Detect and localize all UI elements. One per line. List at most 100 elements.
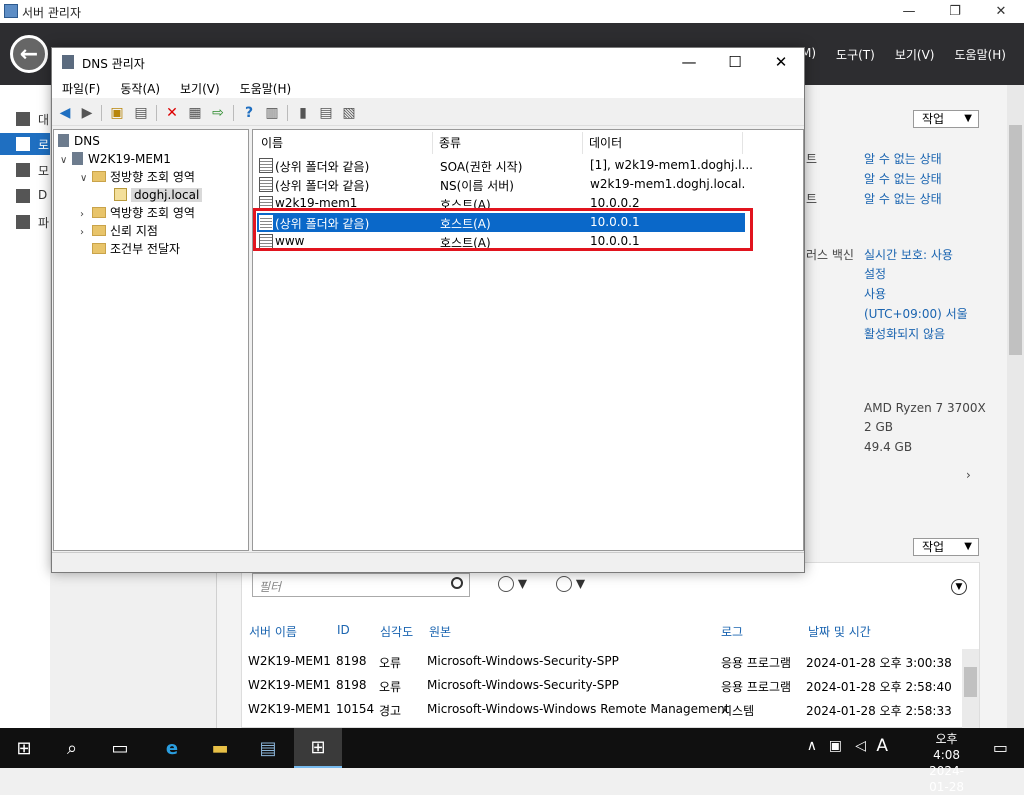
notifications-icon[interactable]: ▭ (993, 738, 1008, 757)
record-icon (259, 177, 273, 192)
start-button[interactable]: ⊞ (0, 728, 48, 768)
task-view-icon[interactable]: ▭ (96, 728, 144, 768)
col-server-name[interactable]: 서버 이름 (249, 623, 297, 640)
export-list-icon[interactable]: ⇨ (209, 104, 227, 122)
dns-tree-pane: DNS ∨ W2K19-MEM1 ∨ 정방향 조회 영역 doghj.local ›… (53, 129, 249, 551)
dashboard-icon (16, 112, 30, 126)
taskbar: ⊞ ⌕ ▭ e ▬ ▤ ⊞ ∧ ▣ ◁ A 오후 4:08 2024-01-28… (0, 728, 1024, 794)
menu-file[interactable]: 파일(F) (52, 76, 110, 98)
dns-manager-taskbar-icon[interactable]: ⊞ (294, 728, 342, 768)
server-manager-menubar: (M) 도구(T) 보기(V) 도움말(H) (796, 46, 1006, 63)
nav-item-dns[interactable]: D (0, 185, 50, 207)
tree-node-zone[interactable]: doghj.local (114, 186, 203, 204)
menu-action[interactable]: 동작(A) (110, 76, 170, 98)
col-log[interactable]: 로그 (721, 623, 743, 640)
tree-node-server[interactable]: ∨ W2K19-MEM1 (60, 150, 171, 168)
ime-indicator[interactable]: A (876, 736, 888, 756)
server-manager-taskbar-icon[interactable]: ▤ (244, 728, 292, 768)
network-icon[interactable]: ▣ (829, 738, 842, 754)
tree-node-trust-points[interactable]: › 신뢰 지점 (80, 222, 158, 240)
nav-item-dashboard[interactable]: 대 (0, 108, 50, 130)
file-services-icon (16, 215, 30, 229)
col-date-time[interactable]: 날짜 및 시간 (808, 623, 871, 640)
property-value-link[interactable]: 알 수 없는 상태 (864, 150, 942, 167)
record-row[interactable]: (상위 폴더와 같음) SOA(권한 시작) [1], w2k19-mem1.d… (257, 156, 753, 175)
menu-help[interactable]: 도움말(H) (230, 76, 302, 98)
event-row[interactable]: W2K19-MEM1 8198 오류 Microsoft-Windows-Sec… (242, 650, 962, 674)
scrollbar-thumb[interactable] (1009, 125, 1022, 355)
properties-icon[interactable]: ▦ (186, 104, 204, 122)
property-value-link[interactable]: 알 수 없는 상태 (864, 190, 942, 207)
property-value-link[interactable]: 설정 (864, 265, 886, 282)
filter-options-dropdown[interactable]: ▼ (498, 576, 538, 594)
timezone-link[interactable]: (UTC+09:00) 서울 (864, 305, 968, 322)
property-label: 트 (806, 192, 818, 206)
processor-value: AMD Ryzen 7 3700X (864, 401, 986, 415)
dns-close-button[interactable]: ✕ (758, 48, 804, 76)
tree-node-conditional-forwarders[interactable]: 조건부 전달자 (92, 240, 180, 258)
tree-node-reverse-zones[interactable]: › 역방향 조회 영역 (80, 204, 195, 222)
save-query-dropdown[interactable]: ▼ (556, 576, 596, 594)
file-explorer-icon[interactable]: ▬ (196, 728, 244, 768)
back-arrow-icon[interactable]: ← (10, 35, 48, 73)
chevron-down-icon[interactable]: ∨ (60, 152, 72, 170)
search-icon[interactable]: ⌕ (48, 728, 96, 768)
menu-help[interactable]: 도움말(H) (954, 46, 1006, 63)
internet-explorer-icon[interactable]: e (148, 728, 196, 768)
events-scrollbar[interactable] (962, 649, 979, 729)
col-severity[interactable]: 심각도 (380, 623, 413, 640)
main-scrollbar[interactable] (1007, 85, 1024, 728)
event-row[interactable]: W2K19-MEM1 10154 경고 Microsoft-Windows-Wi… (242, 698, 962, 722)
back-icon[interactable]: ◀ (56, 104, 74, 122)
menu-view[interactable]: 보기(V) (895, 46, 935, 63)
folder-icon (92, 243, 106, 254)
restore-button[interactable]: ❐ (932, 0, 978, 23)
expand-icon[interactable]: ▼ (951, 579, 967, 595)
scroll-right-icon[interactable]: › (966, 468, 971, 482)
tree-node-dns[interactable]: DNS (58, 132, 100, 150)
volume-muted-icon[interactable]: ◁ (855, 738, 866, 754)
show-action-pane-icon[interactable]: ▥ (263, 104, 281, 122)
chevron-down-icon[interactable]: ∨ (80, 170, 92, 188)
close-button[interactable]: ✕ (978, 0, 1024, 23)
property-value-link[interactable]: 알 수 없는 상태 (864, 170, 942, 187)
antivirus-link[interactable]: 실시간 보호: 사용 (864, 246, 953, 263)
forward-icon[interactable]: ▶ (78, 104, 96, 122)
record-list-icon[interactable]: ▤ (317, 104, 335, 122)
chevron-up-icon[interactable]: ∧ (807, 738, 817, 754)
col-header-data[interactable]: 데이터 (583, 132, 743, 154)
dns-maximize-button[interactable]: ☐ (712, 48, 758, 76)
server-icon[interactable]: ▮ (294, 104, 312, 122)
server-manager-title: 서버 관리자 (22, 6, 82, 20)
record-copy-icon[interactable]: ▧ (340, 104, 358, 122)
menu-tools[interactable]: 도구(T) (836, 46, 875, 63)
filter-input[interactable]: 필터 (252, 573, 470, 597)
nav-item-file-services[interactable]: 파 (0, 211, 50, 233)
events-tasks-button[interactable]: 작업 ▼ (913, 538, 979, 556)
col-header-type[interactable]: 종류 (433, 132, 583, 154)
menu-view[interactable]: 보기(V) (170, 76, 230, 98)
properties-tasks-button[interactable]: 작업 ▼ (913, 110, 979, 128)
clock[interactable]: 오후 4:08 2024-01-28 (929, 731, 964, 795)
minimize-button[interactable]: — (886, 0, 932, 23)
all-servers-icon (16, 163, 30, 177)
dns-minimize-button[interactable]: — (666, 48, 712, 76)
chevron-right-icon[interactable]: › (80, 224, 92, 242)
property-value-link[interactable]: 사용 (864, 285, 886, 302)
col-id[interactable]: ID (337, 623, 350, 637)
zone-icon (114, 188, 127, 201)
record-row[interactable]: (상위 폴더와 같음) NS(이름 서버) w2k19-mem1.doghj.l… (257, 175, 745, 194)
search-icon[interactable] (451, 577, 463, 589)
show-hide-tree-icon[interactable]: ▤ (132, 104, 150, 122)
delete-icon[interactable]: ✕ (163, 104, 181, 122)
scrollbar-thumb[interactable] (964, 667, 977, 697)
up-folder-icon[interactable]: ▣ (108, 104, 126, 122)
help-icon[interactable]: ? (240, 104, 258, 122)
activation-link[interactable]: 활성화되지 않음 (864, 325, 945, 342)
nav-item-all-servers[interactable]: 모 (0, 159, 50, 181)
nav-item-local-server[interactable]: 로 (0, 133, 50, 155)
col-header-name[interactable]: 이름 (255, 132, 433, 154)
event-row[interactable]: W2K19-MEM1 8198 오류 Microsoft-Windows-Sec… (242, 674, 962, 698)
tree-node-forward-zones[interactable]: ∨ 정방향 조회 영역 (80, 168, 195, 186)
col-source[interactable]: 원본 (429, 623, 451, 640)
